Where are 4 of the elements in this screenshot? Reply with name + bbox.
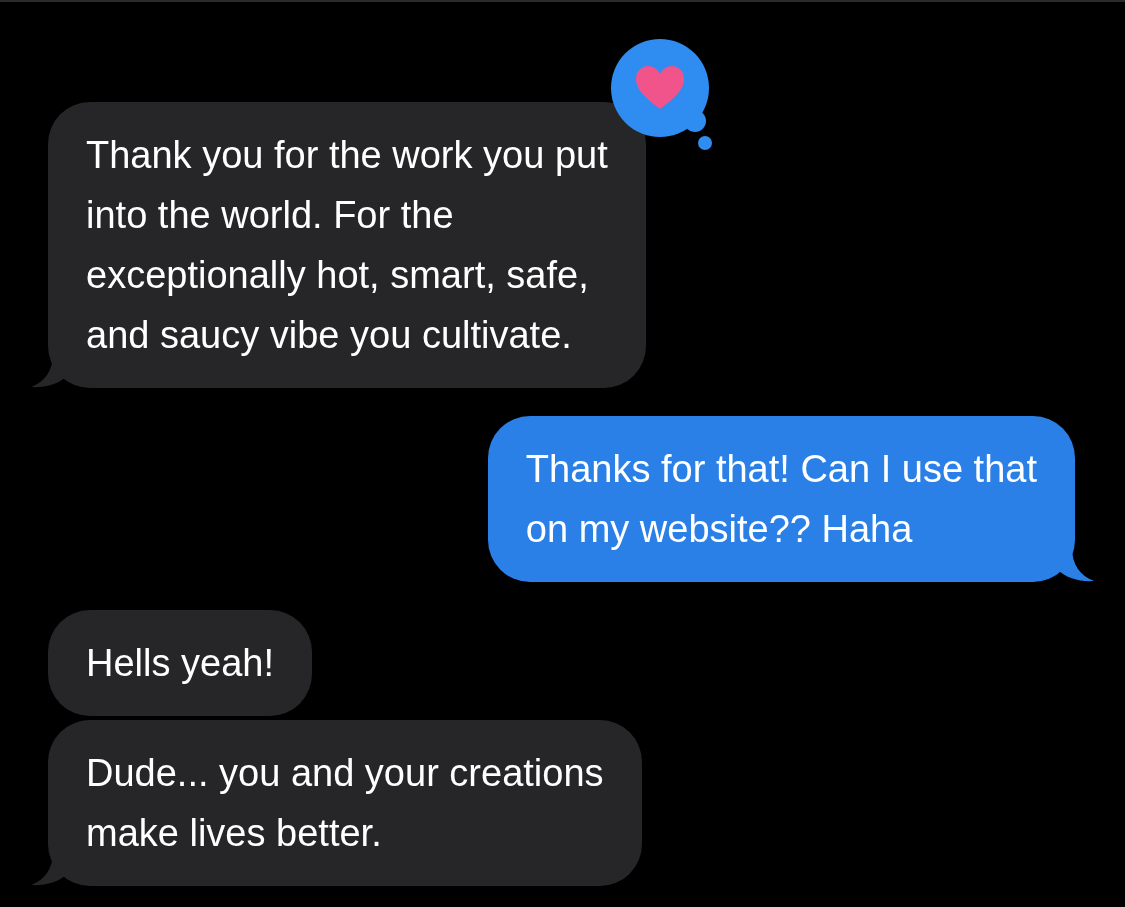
message-bubble: Dude... you and your creations make lives better. bbox=[48, 720, 642, 886]
message-bubble: Thanks for that! Can I use that on my website?? Haha bbox=[487, 416, 1075, 582]
message-bubble: Hells yeah! bbox=[48, 610, 312, 716]
message-bubble: Thank you for the work you put into the world. For the exceptionally hot, smart, safe, and saucy vibe you cultivate. bbox=[48, 102, 646, 388]
